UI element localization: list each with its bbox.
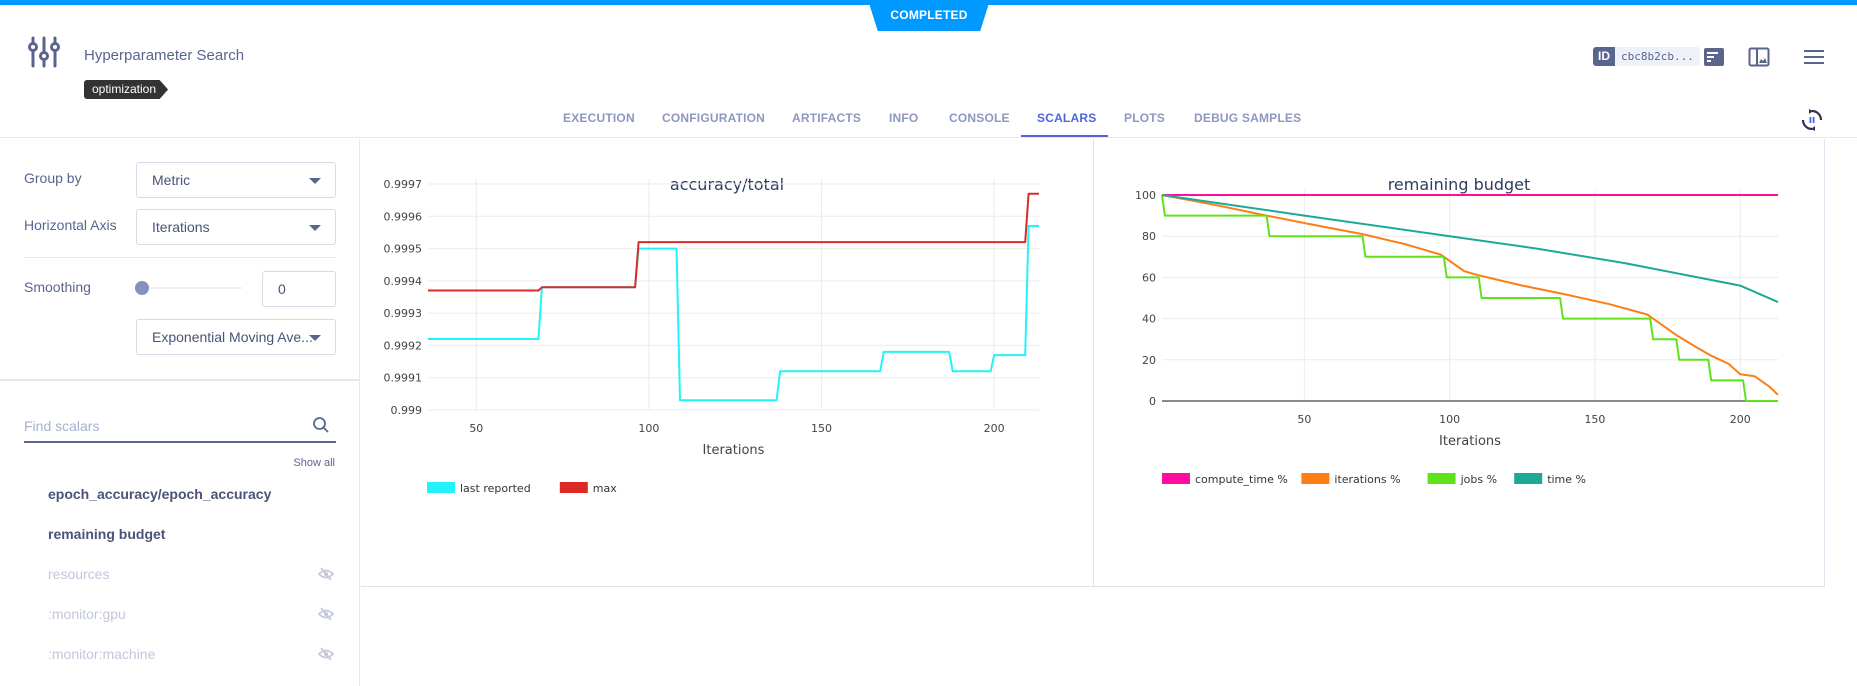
eye-off-icon[interactable] (318, 647, 334, 661)
tab-execution[interactable]: EXECUTION (563, 111, 635, 125)
scalars-sidebar: Group by Metric Horizontal Axis Iteratio… (0, 139, 360, 686)
legend-label: iterations % (1334, 473, 1400, 486)
tab-artifacts[interactable]: ARTIFACTS (792, 111, 861, 125)
series-line-jobs- (1161, 194, 1778, 402)
y-tick-label: 0.9997 (384, 178, 423, 191)
x-axis-label: Iterations (703, 443, 765, 458)
legend-label: compute_time % (1195, 473, 1288, 486)
metric-item[interactable]: :monitor:gpu (48, 606, 126, 622)
divider (24, 257, 336, 258)
tab-configuration[interactable]: CONFIGURATION (662, 111, 765, 125)
x-tick-label: 150 (811, 422, 832, 435)
x-tick-label: 50 (1297, 413, 1311, 426)
layout-toggle-icon[interactable] (1748, 46, 1770, 68)
y-tick-label: 0.9996 (384, 210, 423, 223)
metric-item[interactable]: remaining budget (48, 526, 165, 542)
legend-swatch (1301, 473, 1330, 484)
x-tick-label: 200 (1730, 413, 1751, 426)
task-id-badge[interactable]: ID cbc8b2cb... (1593, 47, 1700, 66)
auto-refresh-pause-icon[interactable] (1800, 108, 1824, 132)
x-tick-label: 150 (1584, 413, 1605, 426)
smoothing-slider-thumb[interactable] (135, 281, 149, 295)
menu-icon[interactable] (1803, 46, 1825, 68)
id-value[interactable]: cbc8b2cb... (1615, 47, 1700, 66)
legend-label: last reported (460, 482, 531, 495)
tab-plots[interactable]: PLOTS (1124, 111, 1165, 125)
group-by-label: Group by (24, 170, 82, 186)
smoothing-label: Smoothing (24, 279, 91, 295)
tab-info[interactable]: INFO (889, 111, 918, 125)
series-line-max (428, 192, 1039, 292)
x-tick-label: 50 (469, 422, 483, 435)
y-tick-label: 80 (1142, 230, 1156, 243)
search-placeholder: Find scalars (24, 418, 100, 434)
metric-item[interactable]: :monitor:machine (48, 646, 155, 662)
series-line-time- (1161, 194, 1779, 304)
y-tick-label: 0.9994 (384, 275, 423, 288)
tab-scalars[interactable]: SCALARS (1037, 111, 1096, 125)
metric-item[interactable]: epoch_accuracy/epoch_accuracy (48, 486, 271, 502)
x-axis-label: Iterations (1439, 434, 1501, 449)
legend-swatch (1162, 473, 1190, 484)
y-tick-label: 60 (1142, 271, 1156, 284)
group-by-value: Metric (152, 172, 191, 188)
accuracy-chart[interactable]: 0.999 0.9991 0.9992 0.9993 0.9994 0.9995 0.999… (361, 139, 1094, 587)
eye-off-icon[interactable] (318, 607, 334, 621)
x-tick-label: 100 (1439, 413, 1460, 426)
tab-console[interactable]: CONSOLE (949, 111, 1010, 125)
horizontal-axis-value: Iterations (152, 219, 210, 235)
legend-swatch (1427, 473, 1456, 484)
smoothing-method-value: Exponential Moving Ave... (152, 329, 313, 345)
tab-bar: EXECUTION CONFIGURATION ARTIFACTS INFO C… (0, 105, 1857, 138)
tag-badge[interactable]: optimization (84, 80, 169, 99)
horizontal-axis-label: Horizontal Axis (24, 217, 117, 233)
y-tick-label: 0.9991 (384, 372, 423, 385)
chart-panel-remaining-budget: remaining budget 0 20 40 60 80 100 50 100 150 200… (1094, 139, 1825, 587)
smoothing-value-input[interactable]: 0 (262, 271, 336, 307)
chevron-down-icon (309, 225, 321, 231)
chevron-down-icon (309, 178, 321, 184)
metric-item[interactable]: resources (48, 566, 109, 582)
smoothing-slider-track[interactable] (142, 287, 242, 289)
page-title: Hyperparameter Search (84, 47, 245, 64)
y-tick-label: 40 (1142, 313, 1156, 326)
id-label: ID (1593, 47, 1615, 66)
y-tick-label: 20 (1142, 354, 1156, 367)
remaining-budget-chart[interactable]: 0 20 40 60 80 100 50 100 150 200 Iterations compute… (1094, 139, 1825, 587)
find-scalars-input[interactable]: Find scalars (24, 410, 336, 443)
hyperparameter-sliders-icon (28, 36, 60, 68)
smoothing-method-select[interactable]: Exponential Moving Ave... (136, 319, 336, 355)
eye-off-icon[interactable] (318, 567, 334, 581)
legend-label: jobs % (1460, 473, 1497, 486)
details-panel-icon[interactable] (1703, 46, 1725, 68)
y-tick-label: 0.999 (391, 404, 423, 417)
x-tick-label: 200 (984, 422, 1005, 435)
show-all-link[interactable]: Show all (293, 457, 335, 469)
tab-debug-samples[interactable]: DEBUG SAMPLES (1194, 111, 1301, 125)
y-tick-label: 100 (1135, 189, 1156, 202)
chart-panel-accuracy: accuracy/total 0.999 0.9991 0.9992 0.9993 0.… (361, 139, 1094, 587)
y-tick-label: 0.9995 (384, 243, 423, 256)
legend-label: max (593, 482, 617, 495)
legend-label: time % (1547, 473, 1586, 486)
active-tab-indicator (1021, 135, 1108, 137)
y-tick-label: 0.9993 (384, 307, 423, 320)
y-tick-label: 0 (1149, 395, 1156, 408)
legend-swatch (427, 482, 455, 493)
horizontal-axis-select[interactable]: Iterations (136, 209, 336, 245)
y-tick-label: 0.9992 (384, 339, 423, 352)
legend-swatch (559, 482, 588, 493)
series-line-iterations- (1161, 194, 1779, 396)
chevron-down-icon (309, 335, 321, 341)
x-tick-label: 100 (638, 422, 659, 435)
group-by-select[interactable]: Metric (136, 162, 336, 198)
search-icon[interactable] (312, 416, 330, 434)
legend-swatch (1514, 473, 1543, 484)
section-divider (0, 379, 360, 381)
